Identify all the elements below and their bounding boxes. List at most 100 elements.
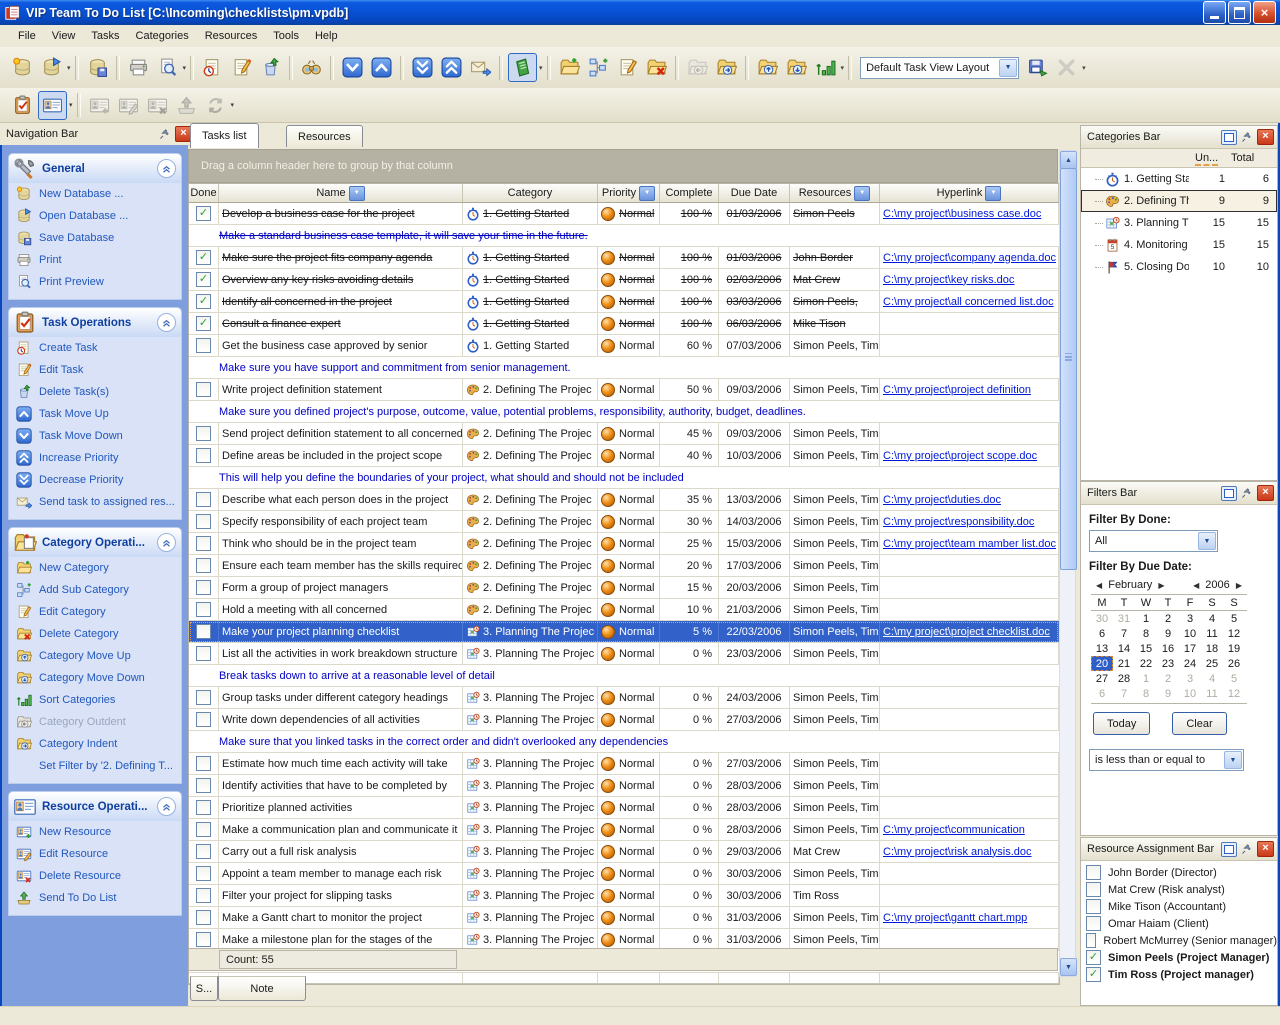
calendar-day[interactable]: 5 <box>1223 671 1245 686</box>
print-button[interactable] <box>125 54 152 81</box>
restore-button[interactable] <box>1228 1 1251 24</box>
table-row[interactable]: Specify responsibility of each project t… <box>189 511 1059 533</box>
sidebar-item-sort-categories[interactable]: Sort Categories <box>9 689 181 711</box>
sidebar-item-new-resource[interactable]: New Resource <box>9 821 181 843</box>
resource-row-mike-tison-accountant[interactable]: Mike Tison (Accountant) <box>1081 898 1277 915</box>
dropdown-arrow-icon[interactable]: ▾ <box>69 101 73 109</box>
done-checkbox[interactable] <box>196 646 211 661</box>
table-row[interactable]: Identify activities that have to be comp… <box>189 775 1059 797</box>
task-hyperlink[interactable]: C:\my project\communication <box>883 824 1025 836</box>
filter-icon[interactable]: ▼ <box>854 186 870 201</box>
category-row-2-defining-the-i[interactable]: 2. Defining The I99 <box>1081 190 1277 212</box>
calendar-day[interactable]: 7 <box>1113 626 1135 641</box>
dropdown-arrow-icon[interactable]: ▾ <box>539 64 543 72</box>
note-row[interactable]: Make sure you have support and commitmen… <box>189 357 1059 379</box>
task-hyperlink[interactable]: C:\my project\project definition <box>883 384 1031 396</box>
done-checkbox[interactable] <box>196 492 211 507</box>
category-row-3-planning-the[interactable]: 3. Planning The1515 <box>1081 212 1277 234</box>
calendar-day[interactable]: 4 <box>1201 611 1223 626</box>
sidebar-item-new-database[interactable]: New Database ... <box>9 183 181 205</box>
close-icon[interactable]: × <box>1257 485 1274 501</box>
sidebar-item-delete-task-s[interactable]: Delete Task(s) <box>9 381 181 403</box>
save-database-button[interactable] <box>84 54 111 81</box>
table-row[interactable]: Carry out a full risk analysis3. Plannin… <box>189 841 1059 863</box>
note-row[interactable]: Make sure that you linked tasks in the c… <box>189 731 1059 753</box>
task-move-down-button[interactable] <box>339 54 366 81</box>
sidebar-item-task-move-up[interactable]: Task Move Up <box>9 403 181 425</box>
table-row[interactable]: Think who should be in the project team2… <box>189 533 1059 555</box>
scroll-down-icon[interactable]: ▼ <box>1060 958 1077 976</box>
category-row-1-getting-starte[interactable]: 1. Getting Starte16 <box>1081 168 1277 190</box>
resource-checkbox[interactable]: ✓ <box>1086 950 1101 965</box>
table-row[interactable]: ✓Overview any key risks avoiding details… <box>189 269 1059 291</box>
pin-icon[interactable] <box>1240 842 1254 856</box>
done-checkbox[interactable] <box>196 756 211 771</box>
column-header-resources[interactable]: Resources▼ <box>790 184 880 202</box>
column-header-category[interactable]: Category <box>463 184 598 202</box>
sidebar-item-increase-priority[interactable]: Increase Priority <box>9 447 181 469</box>
prev-month-icon[interactable]: ◀ <box>1093 581 1105 590</box>
done-checkbox[interactable] <box>196 690 211 705</box>
done-checkbox[interactable] <box>196 338 211 353</box>
send-to-do-list-button[interactable] <box>173 92 200 119</box>
done-checkbox[interactable] <box>196 822 211 837</box>
task-hyperlink[interactable]: C:\my project\gantt chart.mpp <box>883 912 1027 924</box>
done-checkbox[interactable] <box>196 514 211 529</box>
calendar-day[interactable]: 9 <box>1157 626 1179 641</box>
task-hyperlink[interactable]: C:\my project\project checklist.doc <box>883 626 1050 638</box>
done-checkbox[interactable] <box>196 932 211 947</box>
chevron-down-icon[interactable]: ▼ <box>999 59 1017 77</box>
resource-checkbox[interactable] <box>1086 916 1101 931</box>
pin-icon[interactable] <box>1240 486 1254 500</box>
calendar-day[interactable]: 7 <box>1113 686 1135 701</box>
column-header-due-date[interactable]: Due Date <box>719 184 790 202</box>
new-database-button[interactable] <box>9 54 36 81</box>
done-checkbox[interactable] <box>196 712 211 727</box>
prev-year-icon[interactable]: ◀ <box>1190 581 1202 590</box>
synchronize-button[interactable] <box>202 92 229 119</box>
category-indent-button[interactable] <box>713 54 740 81</box>
column-header-unread[interactable]: Un... <box>1195 152 1231 164</box>
menu-tasks[interactable]: Tasks <box>83 27 127 45</box>
sidebar-item-send-task-to-assigned-res[interactable]: Send task to assigned res... <box>9 491 181 513</box>
pin-icon[interactable] <box>1240 130 1254 144</box>
create-task-button[interactable] <box>199 54 226 81</box>
bottom-tab-note[interactable]: Note <box>218 976 306 1001</box>
menu-resources[interactable]: Resources <box>197 27 266 45</box>
pin-icon[interactable] <box>158 127 172 141</box>
table-row[interactable]: Prioritize planned activities3. Planning… <box>189 797 1059 819</box>
chevron-down-icon[interactable]: ▼ <box>1198 532 1216 550</box>
task-hyperlink[interactable]: C:\my project\key risks.doc <box>883 274 1014 286</box>
done-checkbox[interactable]: ✓ <box>196 206 211 221</box>
close-icon[interactable]: × <box>1257 129 1274 145</box>
dropdown-arrow-icon[interactable]: ▾ <box>231 101 235 109</box>
nav-section-header[interactable]: Resource Operati... <box>9 792 181 821</box>
calendar-day[interactable]: 15 <box>1135 641 1157 656</box>
note-row[interactable]: Make a standard business case template, … <box>189 225 1059 247</box>
task-hyperlink[interactable]: C:\my project\all concerned list.doc <box>883 296 1054 308</box>
undock-icon[interactable] <box>1221 486 1237 501</box>
collapse-button[interactable] <box>157 533 176 552</box>
sidebar-item-decrease-priority[interactable]: Decrease Priority <box>9 469 181 491</box>
resource-row-john-border-director[interactable]: John Border (Director) <box>1081 864 1277 881</box>
menu-help[interactable]: Help <box>307 27 346 45</box>
calendar-day[interactable]: 8 <box>1135 686 1157 701</box>
calendar-day[interactable]: 24 <box>1179 656 1201 671</box>
calendar-day[interactable]: 10 <box>1179 626 1201 641</box>
table-row[interactable]: Group tasks under different category hea… <box>189 687 1059 709</box>
resource-checkbox[interactable] <box>1086 882 1101 897</box>
done-checkbox[interactable] <box>196 580 211 595</box>
close-icon[interactable]: × <box>1257 841 1274 857</box>
calendar-day[interactable]: 3 <box>1179 611 1201 626</box>
done-checkbox[interactable] <box>196 910 211 925</box>
table-row[interactable]: Estimate how much time each activity wil… <box>189 753 1059 775</box>
resource-row-robert-mcmurrey-senior-manager[interactable]: Robert McMurrey (Senior manager) <box>1081 932 1277 949</box>
category-move-down-button[interactable] <box>783 54 810 81</box>
tab-tasks-list[interactable]: Tasks list <box>190 123 259 148</box>
next-month-icon[interactable]: ▶ <box>1155 581 1167 590</box>
sidebar-item-open-database[interactable]: Open Database ... <box>9 205 181 227</box>
resource-row-simon-peels-project-manager[interactable]: ✓Simon Peels (Project Manager) <box>1081 949 1277 966</box>
delete-task-button[interactable] <box>257 54 284 81</box>
table-row[interactable]: ✓Develop a business case for the project… <box>189 203 1059 225</box>
table-row[interactable]: Ensure each team member has the skills r… <box>189 555 1059 577</box>
